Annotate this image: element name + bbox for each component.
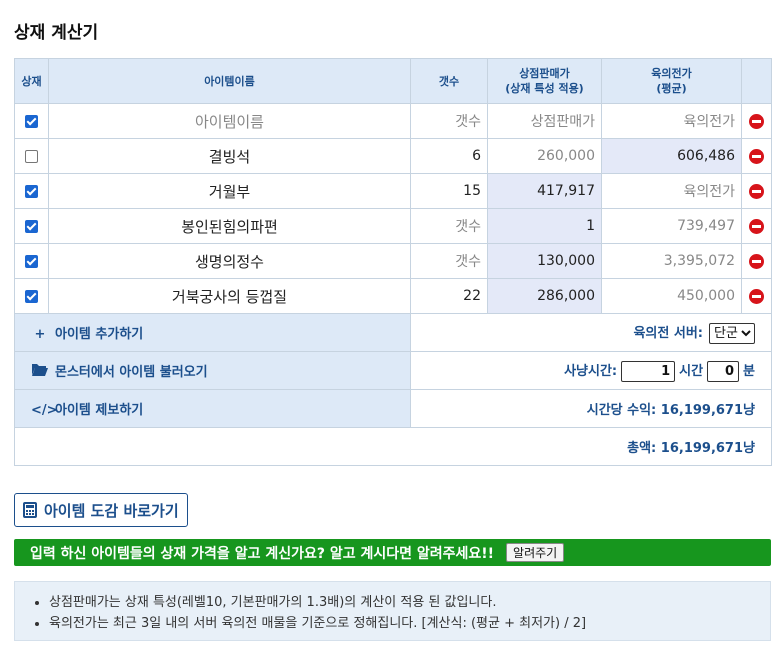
row-shop-price[interactable]: 417,917 xyxy=(487,173,602,209)
note-market-price: 육의전가는 최근 3일 내의 서버 육의전 매물을 기준으로 정해집니다. [계… xyxy=(49,613,770,634)
row-count[interactable]: 15 xyxy=(410,173,488,209)
row-delete-cell xyxy=(741,208,772,244)
table-row: 아이템이름 갯수 상점판매가 육의전가 xyxy=(14,103,772,139)
row-market-price[interactable]: 450,000 xyxy=(601,278,742,314)
hunt-minutes-input[interactable] xyxy=(707,360,740,382)
row-market-price[interactable]: 육의전가 xyxy=(601,103,742,139)
row-checkbox[interactable] xyxy=(25,219,38,233)
row-shop-price[interactable]: 130,000 xyxy=(487,243,602,279)
server-select[interactable]: 단군 xyxy=(709,322,755,344)
total-amount: 총액: 16,199,671냥 xyxy=(14,427,772,466)
row-item-name[interactable]: 봉인된힘의파편 xyxy=(48,208,411,244)
add-item-label: 아이템 추가하기 xyxy=(55,327,144,342)
hunt-time-label: 사냥시간: xyxy=(564,363,618,379)
header-market-price: 육의전가 (평균) xyxy=(601,58,742,104)
hunt-hours-input[interactable] xyxy=(621,360,676,382)
table-header-row: 상재 아이템이름 갯수 상점판매가 (상재 특성 적용) 육의전가 (평균) xyxy=(14,58,772,104)
server-label: 육의전 서버: xyxy=(633,325,703,341)
row-checkbox-cell xyxy=(14,208,49,244)
row-checkbox[interactable] xyxy=(25,184,38,198)
row-item-name[interactable]: 거북궁사의 등껍질 xyxy=(48,278,411,314)
row-shop-price[interactable]: 상점판매가 xyxy=(487,103,602,139)
hunt-minutes-unit: 분 xyxy=(743,363,755,379)
table-row: 생명의정수 갯수 130,000 3,395,072 xyxy=(14,243,772,279)
row-count[interactable]: 갯수 xyxy=(410,243,488,279)
plus-icon: + xyxy=(34,327,46,342)
remove-row-icon[interactable] xyxy=(749,253,764,269)
header-shop-price-line2: (상재 특성 적용) xyxy=(505,82,584,95)
header-market-price-line2: (평균) xyxy=(656,82,687,95)
row-count[interactable]: 갯수 xyxy=(410,208,488,244)
report-item-label: 아이템 제보하기 xyxy=(55,403,144,418)
table-row: 결빙석 6 260,000 606,486 xyxy=(14,138,772,174)
row-market-price[interactable]: 육의전가 xyxy=(601,173,742,209)
row-market-price[interactable]: 606,486 xyxy=(601,138,742,174)
row-item-name[interactable]: 아이템이름 xyxy=(48,103,411,139)
load-monster-items-label: 몬스터에서 아이템 불러오기 xyxy=(55,365,208,380)
add-item-button[interactable]: + 아이템 추가하기 xyxy=(14,313,411,352)
page-title: 상재 계산기 xyxy=(14,23,99,43)
row-shop-price[interactable]: 286,000 xyxy=(487,278,602,314)
item-dictionary-button[interactable]: 아이템 도감 바로가기 xyxy=(14,493,188,527)
remove-row-icon[interactable] xyxy=(749,218,764,234)
row-shop-price[interactable]: 1 xyxy=(487,208,602,244)
table-row: 봉인된힘의파편 갯수 1 739,497 xyxy=(14,208,772,244)
row-item-name[interactable]: 거월부 xyxy=(48,173,411,209)
row-checkbox-cell xyxy=(14,138,49,174)
row-market-price[interactable]: 739,497 xyxy=(601,208,742,244)
header-check: 상재 xyxy=(14,58,49,104)
row-count[interactable]: 22 xyxy=(410,278,488,314)
report-price-banner: 입력 하신 아이템들의 상재 가격을 알고 계신가요? 알고 계시다면 알려주세… xyxy=(14,539,771,566)
header-item-name: 아이템이름 xyxy=(48,58,411,104)
row-checkbox-cell xyxy=(14,243,49,279)
row-checkbox-cell xyxy=(14,103,49,139)
load-monster-items-button[interactable]: 몬스터에서 아이템 불러오기 xyxy=(14,351,411,390)
hourly-income: 시간당 수익: 16,199,671냥 xyxy=(410,389,772,428)
server-select-cell: 육의전 서버: 단군 xyxy=(410,313,772,352)
calculator-icon xyxy=(23,502,37,518)
row-item-name[interactable]: 결빙석 xyxy=(48,138,411,174)
remove-row-icon[interactable] xyxy=(749,113,764,129)
row-shop-price[interactable]: 260,000 xyxy=(487,138,602,174)
row-delete-cell xyxy=(741,138,772,174)
header-count: 갯수 xyxy=(410,58,488,104)
remove-row-icon[interactable] xyxy=(749,183,764,199)
header-delete xyxy=(741,58,772,104)
remove-row-icon[interactable] xyxy=(749,288,764,304)
code-icon: </> xyxy=(31,403,58,418)
row-checkbox-cell xyxy=(14,173,49,209)
remove-row-icon[interactable] xyxy=(749,148,764,164)
header-shop-price: 상점판매가 (상재 특성 적용) xyxy=(487,58,602,104)
table-row: 거월부 15 417,917 육의전가 xyxy=(14,173,772,209)
row-delete-cell xyxy=(741,103,772,139)
row-item-name[interactable]: 생명의정수 xyxy=(48,243,411,279)
header-shop-price-line1: 상점판매가 xyxy=(519,67,570,80)
row-checkbox[interactable] xyxy=(25,289,38,303)
folder-open-icon xyxy=(31,363,49,380)
row-checkbox[interactable] xyxy=(25,114,38,128)
table-row: 거북궁사의 등껍질 22 286,000 450,000 xyxy=(14,278,772,314)
row-delete-cell xyxy=(741,278,772,314)
calculator-table: 상재 아이템이름 갯수 상점판매가 (상재 특성 적용) 육의전가 (평균) 아… xyxy=(14,58,772,466)
hunt-hours-unit: 시간 xyxy=(679,363,704,379)
row-checkbox-cell xyxy=(14,278,49,314)
notify-button[interactable]: 알려주기 xyxy=(506,543,565,562)
item-dictionary-label: 아이템 도감 바로가기 xyxy=(44,501,179,520)
row-checkbox[interactable] xyxy=(25,149,38,163)
row-checkbox[interactable] xyxy=(25,254,38,268)
hunt-time-cell: 사냥시간: 시간 분 xyxy=(410,351,772,390)
report-item-button[interactable]: </>아이템 제보하기 xyxy=(14,389,411,428)
header-market-price-line1: 육의전가 xyxy=(651,67,692,80)
row-market-price[interactable]: 3,395,072 xyxy=(601,243,742,279)
row-count[interactable]: 갯수 xyxy=(410,103,488,139)
note-shop-price: 상점판매가는 상재 특성(레벨10, 기본판매가의 1.3배)의 계산이 적용 … xyxy=(49,592,770,613)
row-delete-cell xyxy=(741,243,772,279)
row-delete-cell xyxy=(741,173,772,209)
report-price-banner-text: 입력 하신 아이템들의 상재 가격을 알고 계신가요? 알고 계시다면 알려주세… xyxy=(30,545,495,562)
row-count[interactable]: 6 xyxy=(410,138,488,174)
notes-box: 상점판매가는 상재 특성(레벨10, 기본판매가의 1.3배)의 계산이 적용 … xyxy=(14,581,771,641)
